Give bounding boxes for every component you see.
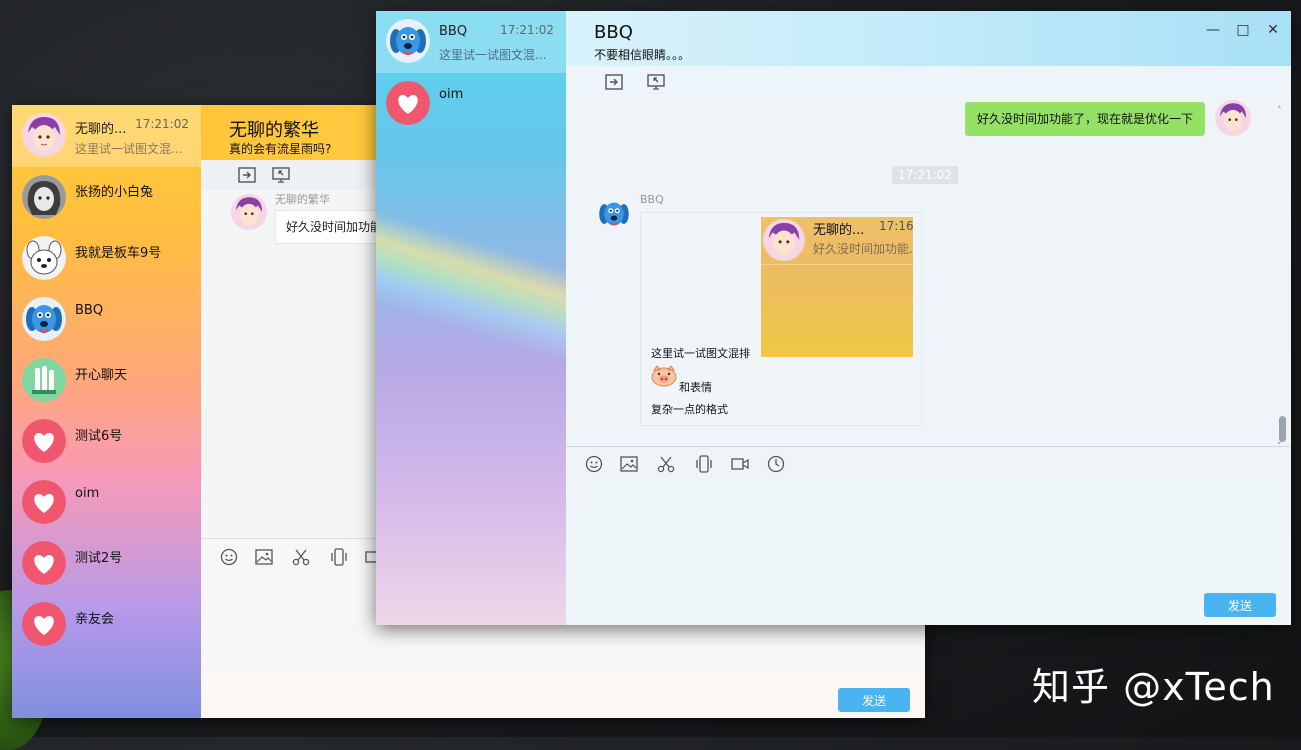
contact-time: 17:21:02 xyxy=(500,23,554,37)
contact-name: 测试6号 xyxy=(75,429,123,444)
minimize-icon[interactable]: — xyxy=(1203,20,1223,40)
thumbnail-time: 17:16 xyxy=(879,219,913,233)
input-toolbar xyxy=(566,446,1291,481)
time-divider: 17:21:02 xyxy=(892,166,958,184)
send-button[interactable]: 发送 xyxy=(838,688,910,712)
message-line: 这里试一试图文混排 xyxy=(651,347,750,360)
scrollbar[interactable]: ˄ ˅ xyxy=(1277,106,1287,452)
contact-name: 测试2号 xyxy=(75,551,123,566)
chat-header: BBQ 不要相信眼睛。。。 — □ ✕ xyxy=(566,11,1291,66)
send-button[interactable]: 发送 xyxy=(1204,593,1276,617)
purple-hair-boy-avatar xyxy=(231,194,267,230)
watermark: 知乎 @xTech xyxy=(1032,665,1275,709)
contact-item-6[interactable]: oim xyxy=(12,472,201,533)
pig-emoji-icon xyxy=(651,365,677,387)
contact-item-0[interactable]: 无聊的... 17:21:02 这里试一试图文混... xyxy=(12,105,201,167)
heart-avatar xyxy=(22,480,66,524)
send-file-icon[interactable] xyxy=(237,165,257,185)
contact-item-5[interactable]: 测试6号 xyxy=(12,411,201,472)
sender-name: 无聊的繁华 xyxy=(275,193,330,206)
message-area: 好久没时间加功能了，现在就是优化一下 17:21:02 BBQ 无聊的... 1… xyxy=(566,96,1291,452)
contact-item-3[interactable]: BBQ xyxy=(12,289,201,350)
image-icon[interactable] xyxy=(619,454,639,474)
contact-name: oim xyxy=(75,486,100,501)
white-dog-avatar xyxy=(22,236,66,280)
contact-item-1[interactable]: 张扬的小白兔 xyxy=(12,167,201,228)
emoji-icon[interactable] xyxy=(584,454,604,474)
close-icon[interactable]: ✕ xyxy=(1263,20,1283,40)
outgoing-bubble: 好久没时间加功能了，现在就是优化一下 xyxy=(964,102,1205,136)
contact-name: BBQ xyxy=(439,24,468,39)
contact-name: 开心聊天 xyxy=(75,368,128,383)
history-clock-icon[interactable] xyxy=(766,454,786,474)
blue-dog-avatar xyxy=(386,19,430,63)
contact-name: 无聊的... xyxy=(75,122,127,137)
message-line: 和表情 xyxy=(679,381,712,394)
heart-avatar xyxy=(22,419,66,463)
emoji-icon[interactable] xyxy=(219,547,239,567)
top-toolbar xyxy=(566,66,1291,96)
purple-hair-boy-avatar xyxy=(763,219,805,261)
contact-name: oim xyxy=(439,87,464,102)
girl-sketch-avatar xyxy=(22,175,66,219)
contact-time: 17:21:02 xyxy=(135,117,189,131)
divider xyxy=(761,264,913,265)
message-input[interactable] xyxy=(566,480,1291,625)
send-file-icon[interactable] xyxy=(604,72,624,92)
image-icon[interactable] xyxy=(254,547,274,567)
sender-name: BBQ xyxy=(640,193,664,206)
rich-message-card: 无聊的... 17:16 好久没时间加功能. 这里试一试图文混排 和表情 复杂一… xyxy=(640,212,922,426)
blue-dog-avatar xyxy=(596,196,632,232)
thumbnail-preview: 好久没时间加功能. xyxy=(813,242,913,256)
scroll-up-icon[interactable]: ˄ xyxy=(1277,106,1282,116)
contact-preview: 这里试一试图文混... xyxy=(439,48,547,62)
scroll-thumb[interactable] xyxy=(1279,416,1286,442)
contact-item-1[interactable]: oim xyxy=(376,73,566,134)
chat-window-front: BBQ 17:21:02 这里试一试图文混... oim BBQ 不要相信眼睛。… xyxy=(376,11,1291,625)
thumbnail-name: 无聊的... xyxy=(813,223,865,238)
contact-name: 张扬的小白兔 xyxy=(75,185,154,200)
contact-item-8[interactable]: 亲友会 xyxy=(12,594,201,655)
chat-title: 无聊的繁华 xyxy=(229,120,319,141)
green-tooth-avatar xyxy=(22,358,66,402)
contact-item-0[interactable]: BBQ 17:21:02 这里试一试图文混... xyxy=(376,11,566,73)
purple-hair-boy-avatar xyxy=(1215,100,1251,136)
scissors-icon[interactable] xyxy=(291,547,311,567)
contact-sidebar: BBQ 17:21:02 这里试一试图文混... oim xyxy=(376,11,778,625)
video-call-icon[interactable] xyxy=(730,454,750,474)
scissors-icon[interactable] xyxy=(656,454,676,474)
remote-desktop-icon[interactable] xyxy=(271,165,291,185)
shake-icon[interactable] xyxy=(329,547,349,567)
heart-avatar xyxy=(22,602,66,646)
contact-name: 我就是板车9号 xyxy=(75,246,162,261)
maximize-icon[interactable]: □ xyxy=(1233,20,1253,40)
shake-icon[interactable] xyxy=(694,454,714,474)
contact-preview: 这里试一试图文混... xyxy=(75,142,183,156)
chat-subtitle: 真的会有流星雨吗? xyxy=(229,142,332,156)
contact-item-2[interactable]: 我就是板车9号 xyxy=(12,228,201,289)
chat-title: BBQ xyxy=(594,22,633,43)
contact-item-7[interactable]: 测试2号 xyxy=(12,533,201,594)
message-line: 复杂一点的格式 xyxy=(651,403,728,416)
contact-item-4[interactable]: 开心聊天 xyxy=(12,350,201,411)
purple-hair-boy-avatar xyxy=(22,113,66,157)
chat-subtitle: 不要相信眼睛。。。 xyxy=(594,48,691,62)
screenshot-thumbnail[interactable]: 无聊的... 17:16 好久没时间加功能. xyxy=(761,217,913,357)
remote-desktop-icon[interactable] xyxy=(646,72,666,92)
heart-avatar xyxy=(386,81,430,125)
heart-avatar xyxy=(22,541,66,585)
contact-name: 亲友会 xyxy=(75,612,115,627)
contact-name: BBQ xyxy=(75,303,104,318)
blue-dog-avatar xyxy=(22,297,66,341)
contact-sidebar: 无聊的... 17:21:02 这里试一试图文混... 张扬的小白兔 我就是板车… xyxy=(12,105,201,718)
